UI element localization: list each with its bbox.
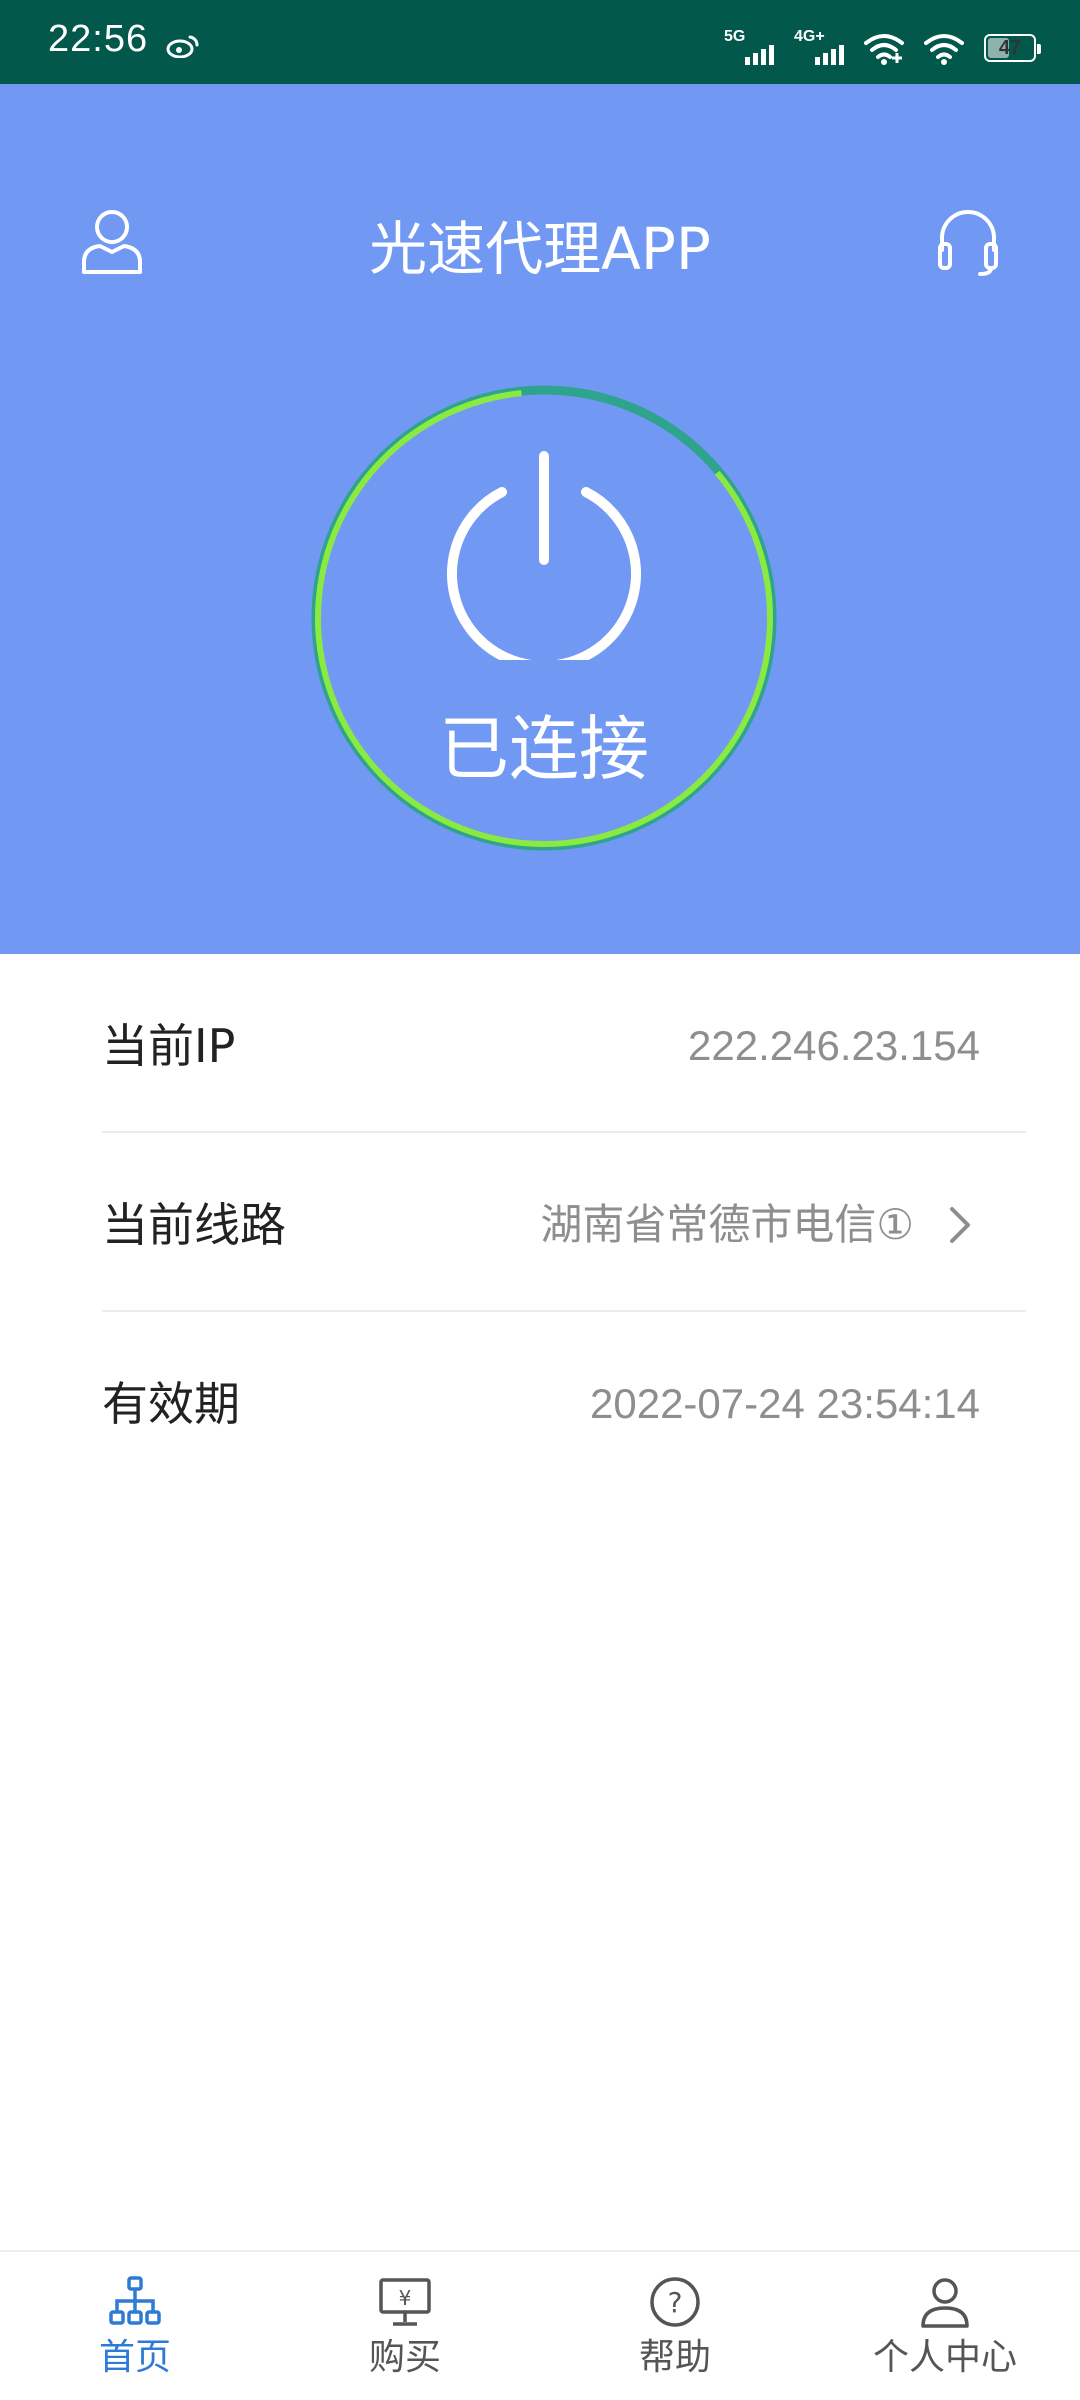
info-value: 222.246.23.154 — [688, 1022, 980, 1069]
nav-label: 个人中心 — [872, 2337, 1017, 2378]
battery-level: 47 — [998, 36, 1022, 59]
nav-label: 首页 — [98, 2337, 171, 2378]
headset-support-icon[interactable] — [936, 204, 1000, 278]
nav-item-home[interactable]: 首页 — [0, 2252, 270, 2400]
signal-4g-icon: 4G+ — [794, 29, 844, 67]
user-icon — [921, 2278, 969, 2328]
info-row-expiry: 有效期 2022-07-24 23:54:14 — [102, 1312, 1026, 1491]
battery-icon: 47 — [984, 34, 1041, 62]
net-label-5g: 5G — [724, 28, 746, 45]
nav-label: 购买 — [368, 2337, 441, 2378]
status-time: 22:56 — [48, 18, 149, 60]
chevron-right-icon — [950, 1207, 970, 1243]
nav-item-profile[interactable]: 个人中心 — [810, 2252, 1080, 2400]
info-list: 当前IP 222.246.23.154 当前线路 湖南省常德市电信① 有效期 2… — [102, 954, 1026, 1491]
svg-text:?: ? — [668, 2286, 683, 2319]
nav-item-buy[interactable]: ¥ 购买 — [270, 2252, 540, 2400]
app-title: 光速代理APP — [369, 215, 711, 283]
status-icons: 5G 4G+ 47 — [724, 28, 1041, 68]
info-row-ip: 当前IP 222.246.23.154 — [102, 954, 1026, 1133]
wifi-icon — [924, 34, 964, 65]
nav-label: 帮助 — [638, 2337, 711, 2378]
bottom-nav: 首页 ¥ 购买 ? 帮助 个人中心 — [0, 2250, 1080, 2400]
connect-toggle-button[interactable]: 已连接 — [310, 384, 778, 852]
info-value: 湖南省常德市电信① — [540, 1201, 914, 1248]
buy-monitor-icon: ¥ — [379, 2278, 431, 2326]
info-label: 有效期 — [102, 1377, 240, 1431]
status-bar: 22:56 5G 4G+ 47 — [0, 0, 1080, 84]
info-label: 当前IP — [102, 1019, 236, 1073]
help-icon: ? — [650, 2277, 700, 2327]
net-label-4g: 4G+ — [794, 28, 825, 45]
nav-item-help[interactable]: ? 帮助 — [540, 2252, 810, 2400]
weibo-icon — [166, 35, 199, 58]
info-row-route[interactable]: 当前线路 湖南省常德市电信① — [102, 1133, 1026, 1312]
connection-status: 已连接 — [439, 708, 649, 790]
network-icon — [109, 2276, 161, 2325]
signal-5g-icon: 5G — [724, 29, 774, 67]
info-value: 2022-07-24 23:54:14 — [590, 1380, 980, 1427]
power-icon — [447, 451, 641, 660]
info-label: 当前线路 — [102, 1198, 286, 1252]
hero-panel: 光速代理APP 已连接 — [0, 84, 1080, 954]
svg-text:¥: ¥ — [399, 2286, 412, 2310]
wifi-plus-icon — [864, 34, 904, 65]
